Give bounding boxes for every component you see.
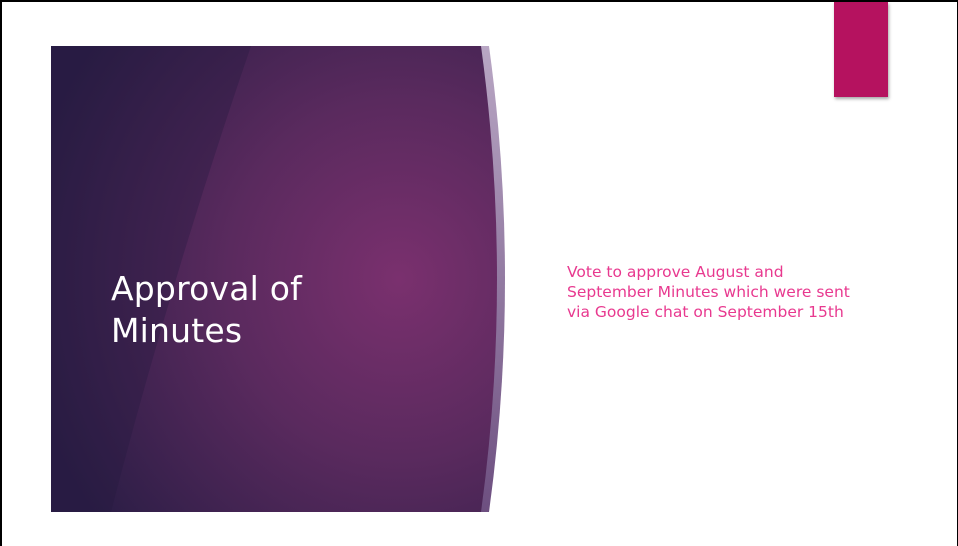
slide-title: Approval of Minutes — [111, 269, 302, 350]
accent-tab — [834, 2, 888, 97]
slide-body-text: Vote to approve August and September Min… — [567, 263, 850, 321]
slide: Approval of Minutes Vote to approve Augu… — [0, 0, 958, 546]
title-panel: Approval of Minutes — [51, 46, 513, 512]
